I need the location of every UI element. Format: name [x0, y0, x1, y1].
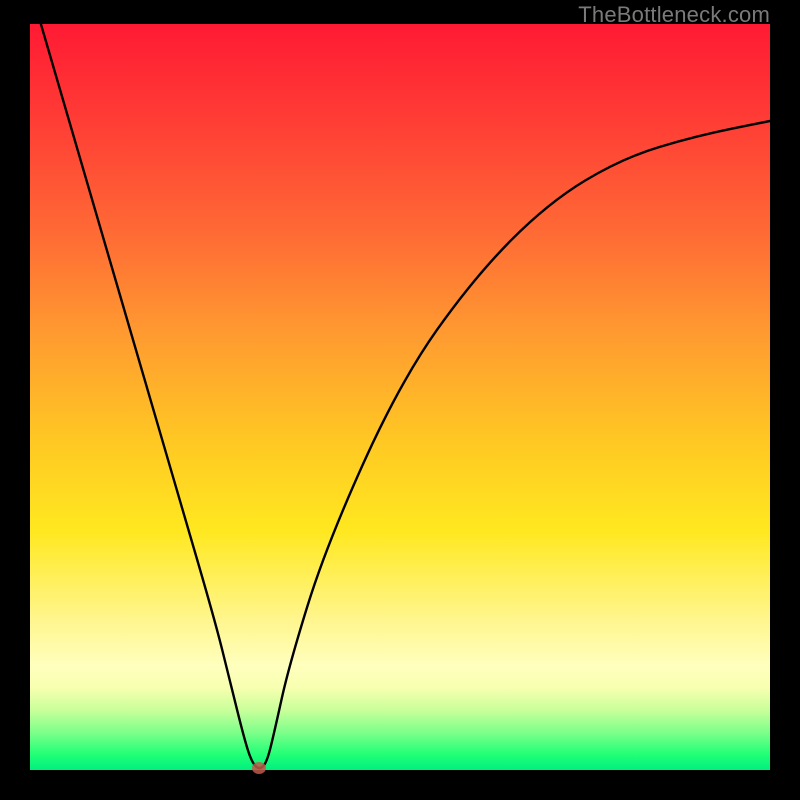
optimal-point-marker [252, 762, 266, 774]
plot-area [30, 24, 770, 770]
chart-stage: TheBottleneck.com [0, 0, 800, 800]
bottleneck-curve [30, 24, 770, 770]
